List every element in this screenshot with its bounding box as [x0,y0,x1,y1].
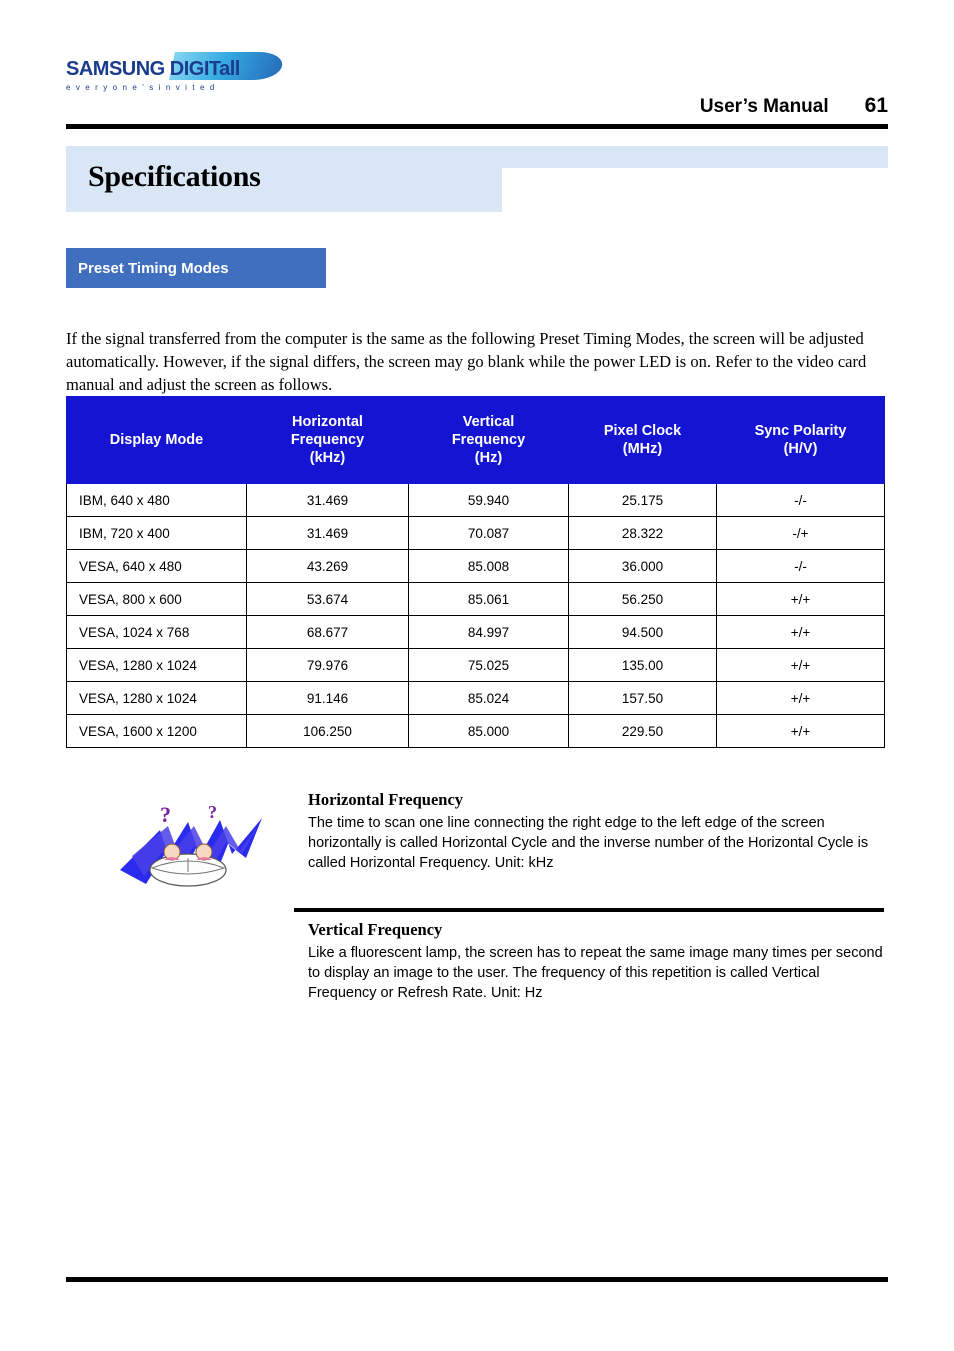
column-header-line: Frequency [451,431,526,448]
cell-vertical-frequency: 85.024 [408,681,569,715]
cell-pixel-clock: 94.500 [568,615,717,649]
cell-sync-polarity: -/- [716,483,885,517]
cell-display-mode: VESA, 1280 x 1024 [66,681,247,715]
column-header-line: Sync Polarity [754,422,847,439]
cell-sync-polarity: +/+ [716,615,885,649]
cell-vertical-frequency: 59.940 [408,483,569,517]
column-header-line: (Hz) [474,450,503,467]
column-header-line: Horizontal [292,413,363,430]
column-header-line: (H/V) [783,441,818,457]
header-divider [66,124,888,129]
cell-sync-polarity: +/+ [716,648,885,682]
column-header-display-mode: Display Mode [66,396,247,484]
page-header: SAMSUNG DIGITall e v e r y o n e ' s i n… [66,52,888,124]
cell-vertical-frequency: 85.000 [408,714,569,748]
cell-vertical-frequency: 84.997 [408,615,569,649]
cell-sync-polarity: +/+ [716,681,885,715]
header-right: User’s Manual 61 [700,94,888,118]
column-header-line: Pixel Clock [603,422,682,439]
table-row: VESA, 1280 x 1024 91.146 85.024 157.50 +… [66,681,885,715]
cell-horizontal-frequency: 53.674 [246,582,409,616]
note-title: Vertical Frequency [308,920,443,939]
cell-vertical-frequency: 85.008 [408,549,569,583]
cell-pixel-clock: 229.50 [568,714,717,748]
page-title: Specifications [88,160,261,193]
cell-pixel-clock: 157.50 [568,681,717,715]
logo-wordmark: SAMSUNG DIGITall [66,58,240,80]
svg-text:?: ? [160,802,171,827]
samsung-logo: SAMSUNG DIGITall e v e r y o n e ' s i n… [66,52,285,92]
column-header-line: Vertical [462,413,515,430]
cell-sync-polarity: -/- [716,549,885,583]
reader-with-questions-icon: ? ? [120,802,262,887]
cell-horizontal-frequency: 79.976 [246,648,409,682]
cell-horizontal-frequency: 31.469 [246,516,409,550]
cell-horizontal-frequency: 43.269 [246,549,409,583]
note-body: The time to scan one line connecting the… [308,815,869,871]
column-header-horizontal-frequency: Horizontal Frequency (kHz) [246,396,409,484]
note-illustration: ? ? [116,796,266,906]
cell-vertical-frequency: 85.061 [408,582,569,616]
cell-pixel-clock: 36.000 [568,549,717,583]
column-header-line: (MHz) [622,441,663,457]
cell-horizontal-frequency: 106.250 [246,714,409,748]
note-title: Horizontal Frequency [308,790,464,809]
cell-horizontal-frequency: 68.677 [246,615,409,649]
table-row: VESA, 1600 x 1200 106.250 85.000 229.50 … [66,714,885,748]
note-body: Like a fluorescent lamp, the screen has … [308,945,883,1001]
cell-vertical-frequency: 75.025 [408,648,569,682]
title-band: Specifications [66,146,888,212]
logo-tagline: e v e r y o n e ' s i n v i t e d [66,83,216,92]
cell-display-mode: VESA, 640 x 480 [66,549,247,583]
column-header-line: (kHz) [309,450,346,467]
column-header-line: Frequency [290,431,365,448]
column-header-line: Display Mode [109,431,204,448]
cell-horizontal-frequency: 91.146 [246,681,409,715]
table-row: IBM, 720 x 400 31.469 70.087 28.322 -/+ [66,516,885,550]
column-header-pixel-clock: Pixel Clock (MHz) [568,396,717,484]
cell-display-mode: VESA, 1280 x 1024 [66,648,247,682]
section-heading-preset-timing-modes: Preset Timing Modes [66,248,326,288]
cell-display-mode: VESA, 800 x 600 [66,582,247,616]
cell-sync-polarity: -/+ [716,516,885,550]
table-row: VESA, 800 x 600 53.674 85.061 56.250 +/+ [66,582,885,616]
preset-timing-modes-table: Display Mode Horizontal Frequency (kHz) … [66,396,885,748]
table-row: VESA, 1024 x 768 68.677 84.997 94.500 +/… [66,615,885,649]
cell-display-mode: VESA, 1024 x 768 [66,615,247,649]
note-vertical-frequency: Vertical Frequency Like a fluorescent la… [308,920,884,1003]
cell-pixel-clock: 25.175 [568,483,717,517]
manual-label: User’s Manual [699,96,829,117]
note-horizontal-frequency: Horizontal Frequency The time to scan on… [308,790,884,873]
cell-display-mode: IBM, 720 x 400 [66,516,247,550]
intro-paragraph: If the signal transferred from the compu… [66,328,867,395]
cell-horizontal-frequency: 31.469 [246,483,409,517]
cell-sync-polarity: +/+ [716,714,885,748]
section-heading-label: Preset Timing Modes [78,259,229,277]
footer-divider [66,1277,888,1282]
cell-sync-polarity: +/+ [716,582,885,616]
table-row: VESA, 640 x 480 43.269 85.008 36.000 -/- [66,549,885,583]
cell-display-mode: IBM, 640 x 480 [66,483,247,517]
cell-pixel-clock: 135.00 [568,648,717,682]
cell-pixel-clock: 28.322 [568,516,717,550]
cell-display-mode: VESA, 1600 x 1200 [66,714,247,748]
cell-vertical-frequency: 70.087 [408,516,569,550]
table-row: IBM, 640 x 480 31.469 59.940 25.175 -/- [66,483,885,517]
column-header-vertical-frequency: Vertical Frequency (Hz) [408,396,569,484]
table-header-row: Display Mode Horizontal Frequency (kHz) … [66,396,885,484]
table-row: VESA, 1280 x 1024 79.976 75.025 135.00 +… [66,648,885,682]
cell-pixel-clock: 56.250 [568,582,717,616]
page-number: 61 [864,94,888,117]
svg-text:?: ? [208,802,217,822]
column-header-sync-polarity: Sync Polarity (H/V) [716,396,885,484]
note-divider [294,908,884,912]
